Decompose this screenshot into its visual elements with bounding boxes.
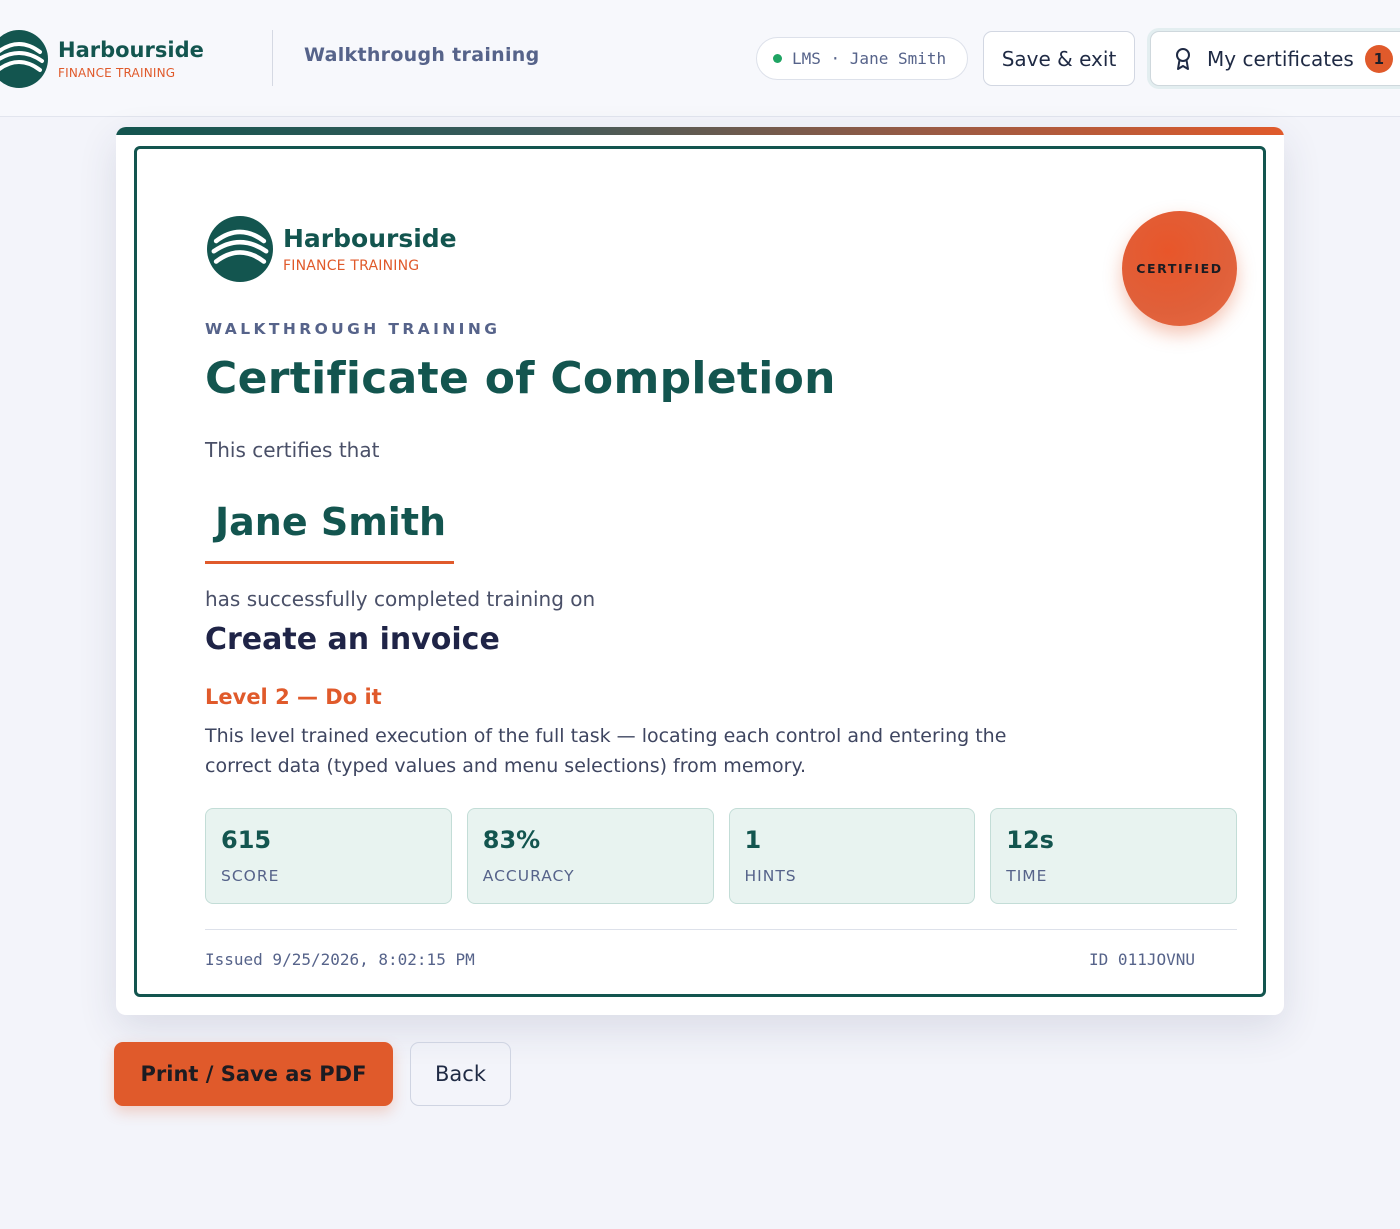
my-certificates-label: My certificates [1207, 46, 1354, 71]
brand-name: Harbourside [58, 38, 204, 62]
harbourside-logo-icon [207, 216, 273, 282]
stat-label: ACCURACY [482, 867, 575, 885]
certificate-brand-name: Harbourside [283, 223, 457, 253]
header-divider [272, 30, 273, 86]
course-name: Create an invoice [205, 622, 500, 657]
lms-status-pill: LMS · Jane Smith [756, 37, 968, 80]
page-title: Walkthrough training [304, 44, 540, 66]
stat-label: SCORE [221, 867, 280, 885]
completed-text: has successfully completed training on [205, 587, 596, 611]
stat-hints: 1 HINTS [728, 808, 976, 904]
my-certificates-button[interactable]: My certificates 1 [1150, 31, 1400, 86]
certified-seal: CERTIFIED [1122, 211, 1237, 326]
award-icon [1176, 47, 1190, 70]
stat-accuracy: 83% ACCURACY [466, 808, 714, 904]
stat-value: 12s [1006, 826, 1054, 854]
save-exit-button[interactable]: Save & exit [983, 31, 1135, 86]
lms-status-text: LMS · Jane Smith [792, 49, 947, 68]
card-gradient-bar [116, 127, 1284, 135]
status-dot-icon [773, 54, 782, 63]
stat-value: 1 [744, 826, 762, 854]
stat-label: TIME [1006, 867, 1048, 885]
certificate-brand: Harbourside FINANCE TRAINING [207, 216, 457, 282]
footer-divider [205, 929, 1237, 930]
certificate-brand-subtitle: FINANCE TRAINING [283, 257, 420, 274]
stat-value: 615 [221, 826, 272, 854]
certificate-frame: Harbourside FINANCE TRAINING CERTIFIED W… [134, 146, 1266, 997]
back-button[interactable]: Back [410, 1042, 511, 1106]
recipient-name: Jane Smith [205, 494, 454, 564]
certifies-text: This certifies that [205, 438, 380, 462]
level-description: This level trained execution of the full… [205, 725, 1007, 777]
brand-subtitle: FINANCE TRAINING [58, 66, 176, 80]
stat-value: 83% [482, 826, 541, 854]
stat-label: HINTS [744, 867, 797, 885]
stats-row: 615 SCORE 83% ACCURACY 1 HINTS 12s TIME [205, 808, 1237, 904]
issued-date: Issued 9/25/2026, 8:02:15 PM [205, 950, 475, 969]
top-bar: Harbourside FINANCE TRAINING Walkthrough… [0, 0, 1400, 117]
header-brand[interactable]: Harbourside FINANCE TRAINING [0, 30, 204, 88]
certificate-title: Certificate of Completion [205, 353, 836, 404]
stat-score: 615 SCORE [205, 808, 452, 904]
certificates-count-badge: 1 [1364, 44, 1393, 73]
certificate-card: Harbourside FINANCE TRAINING CERTIFIED W… [116, 127, 1284, 1015]
stat-time: 12s TIME [990, 808, 1237, 904]
certificate-overline: WALKTHROUGH TRAINING [205, 320, 501, 338]
print-save-pdf-button[interactable]: Print / Save as PDF [114, 1042, 393, 1106]
harbourside-logo-icon [0, 30, 48, 88]
certificate-id: ID 011JOVNU [1089, 950, 1195, 969]
level-label: Level 2 — Do it [205, 685, 382, 709]
